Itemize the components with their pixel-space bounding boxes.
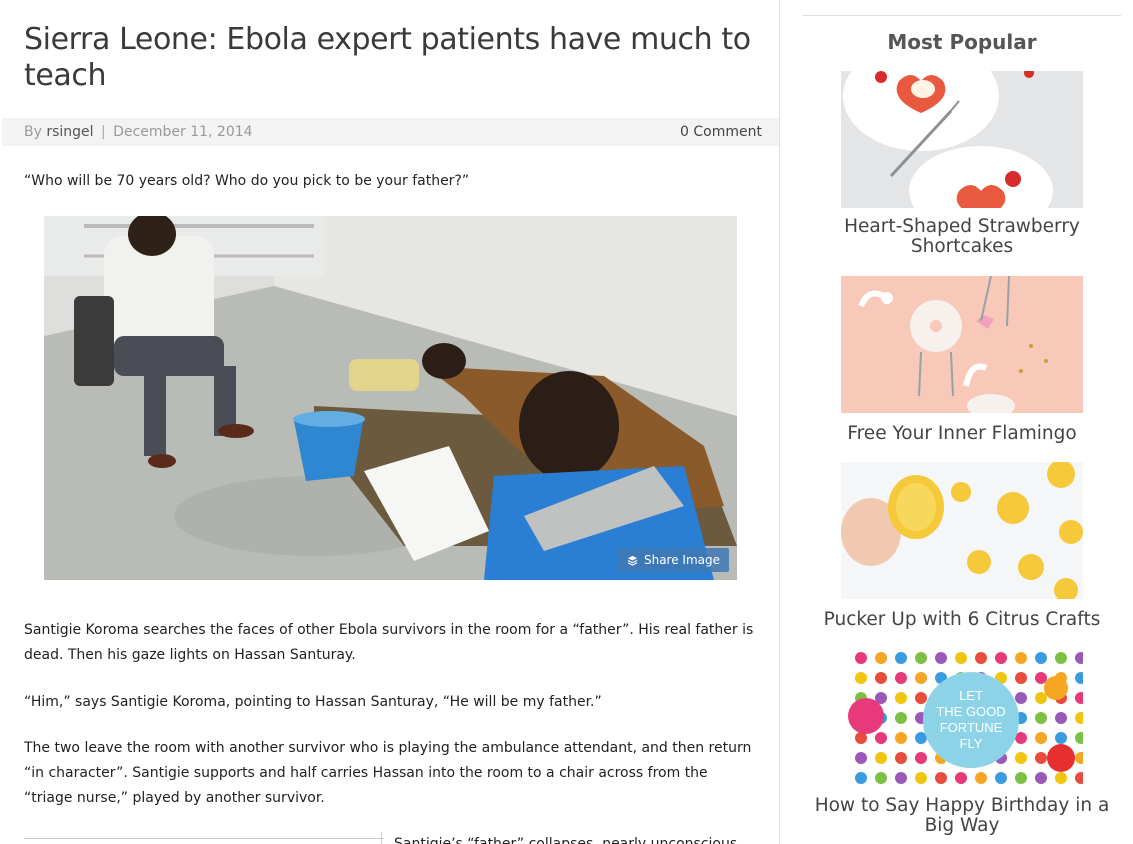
- divider: [381, 832, 382, 844]
- polka-dot: [1035, 752, 1047, 764]
- polka-dot: [855, 672, 867, 684]
- polka-dot: [855, 752, 867, 764]
- divider: [24, 838, 384, 839]
- polka-dot: [875, 672, 887, 684]
- polka-dot: [855, 772, 867, 784]
- badge-line-4: FLY: [960, 736, 983, 751]
- sidebar: Most Popular Heart-Shaped Strawberry Sho…: [803, 0, 1121, 844]
- popular-item-thumbnail[interactable]: [841, 462, 1083, 599]
- article-column: Sierra Leone: Ebola expert patients have…: [0, 0, 780, 844]
- body-paragraph-2: “Him,” says Santigie Koroma, pointing to…: [24, 694, 602, 710]
- share-image-button[interactable]: Share Image: [617, 548, 729, 572]
- polka-dot: [935, 652, 947, 664]
- polka-dot: [915, 652, 927, 664]
- polka-dot: [895, 772, 907, 784]
- polka-dot: [915, 752, 927, 764]
- polka-dot: [855, 652, 867, 664]
- polka-dot: [915, 692, 927, 704]
- polka-dot: [975, 652, 987, 664]
- popular-item-thumbnail[interactable]: LET THE GOOD FORTUNE FLY: [841, 648, 1083, 785]
- polka-dot: [975, 772, 987, 784]
- author-link[interactable]: rsingel: [46, 124, 93, 140]
- polka-dot: [875, 752, 887, 764]
- polka-dot: [1055, 732, 1067, 744]
- polka-dot: [1035, 732, 1047, 744]
- popular-item-title[interactable]: Free Your Inner Flamingo: [803, 424, 1121, 444]
- polka-dot: [1015, 692, 1027, 704]
- post-date: December 11, 2014: [113, 124, 253, 140]
- polka-dot: [915, 672, 927, 684]
- polka-dot: [1035, 712, 1047, 724]
- polka-dot: [915, 772, 927, 784]
- polka-dot: [895, 652, 907, 664]
- polka-dot: [1055, 652, 1067, 664]
- polka-dot: [875, 772, 887, 784]
- popular-item-thumbnail[interactable]: [841, 71, 1083, 208]
- post-title: Sierra Leone: Ebola expert patients have…: [24, 22, 751, 93]
- intro-quote: “Who will be 70 years old? Who do you pi…: [24, 173, 470, 189]
- body-paragraph-3: The two leave the room with another surv…: [24, 740, 752, 806]
- flamingo-donut-image: [841, 276, 1083, 413]
- divider: [803, 15, 1121, 16]
- badge-line-1: LET: [959, 688, 983, 703]
- body-paragraph-4: Santigie’s “father” collapses, nearly un…: [394, 836, 738, 844]
- body-paragraph-1: Santigie Koroma searches the faces of ot…: [24, 622, 754, 663]
- polka-dot: [1035, 652, 1047, 664]
- photo-illustration: [44, 216, 737, 580]
- polka-dot: [895, 672, 907, 684]
- byline: By rsingel | December 11, 2014: [24, 118, 253, 146]
- comments-link[interactable]: 0 Comment: [680, 118, 762, 146]
- polka-dot: [1015, 652, 1027, 664]
- strawberry-shortcake-image: [841, 71, 1083, 208]
- polka-dot: [1055, 712, 1067, 724]
- polka-dot: [1035, 772, 1047, 784]
- popular-item-title[interactable]: How to Say Happy Birthday in a Big Way: [803, 796, 1121, 836]
- layers-icon: [627, 555, 638, 566]
- polka-dot: [875, 732, 887, 744]
- polka-dot: [1015, 672, 1027, 684]
- badge-line-2: THE GOOD: [936, 704, 1005, 719]
- polka-dot: [895, 692, 907, 704]
- polka-dot: [1035, 672, 1047, 684]
- article-photo: Share Image: [44, 216, 737, 580]
- byline-prefix: By: [24, 124, 42, 140]
- polka-dot: [895, 712, 907, 724]
- most-popular-heading: Most Popular: [887, 30, 1037, 54]
- polka-dot: [1035, 692, 1047, 704]
- popular-item-thumbnail[interactable]: [841, 276, 1083, 413]
- polka-dot: [1055, 772, 1067, 784]
- polka-dot: [875, 652, 887, 664]
- polka-dot: [1015, 772, 1027, 784]
- polka-dot: [895, 752, 907, 764]
- popular-item-title[interactable]: Heart-Shaped Strawberry Shortcakes: [803, 217, 1121, 257]
- byline-separator: |: [101, 124, 106, 140]
- polka-dot: [1015, 752, 1027, 764]
- popular-item-title[interactable]: Pucker Up with 6 Citrus Crafts: [803, 610, 1121, 630]
- share-image-label: Share Image: [643, 553, 720, 567]
- polka-dot: [955, 772, 967, 784]
- badge-line-3: FORTUNE: [940, 720, 1003, 735]
- polka-dot: [995, 772, 1007, 784]
- polka-dot: [895, 732, 907, 744]
- polka-dot: [995, 652, 1007, 664]
- birthday-fortune-image: LET THE GOOD FORTUNE FLY: [841, 648, 1083, 785]
- polka-dot: [935, 772, 947, 784]
- post-meta-bar: By rsingel | December 11, 2014 0 Comment: [2, 118, 779, 146]
- polka-dot: [955, 652, 967, 664]
- citrus-stamp-image: [841, 462, 1083, 599]
